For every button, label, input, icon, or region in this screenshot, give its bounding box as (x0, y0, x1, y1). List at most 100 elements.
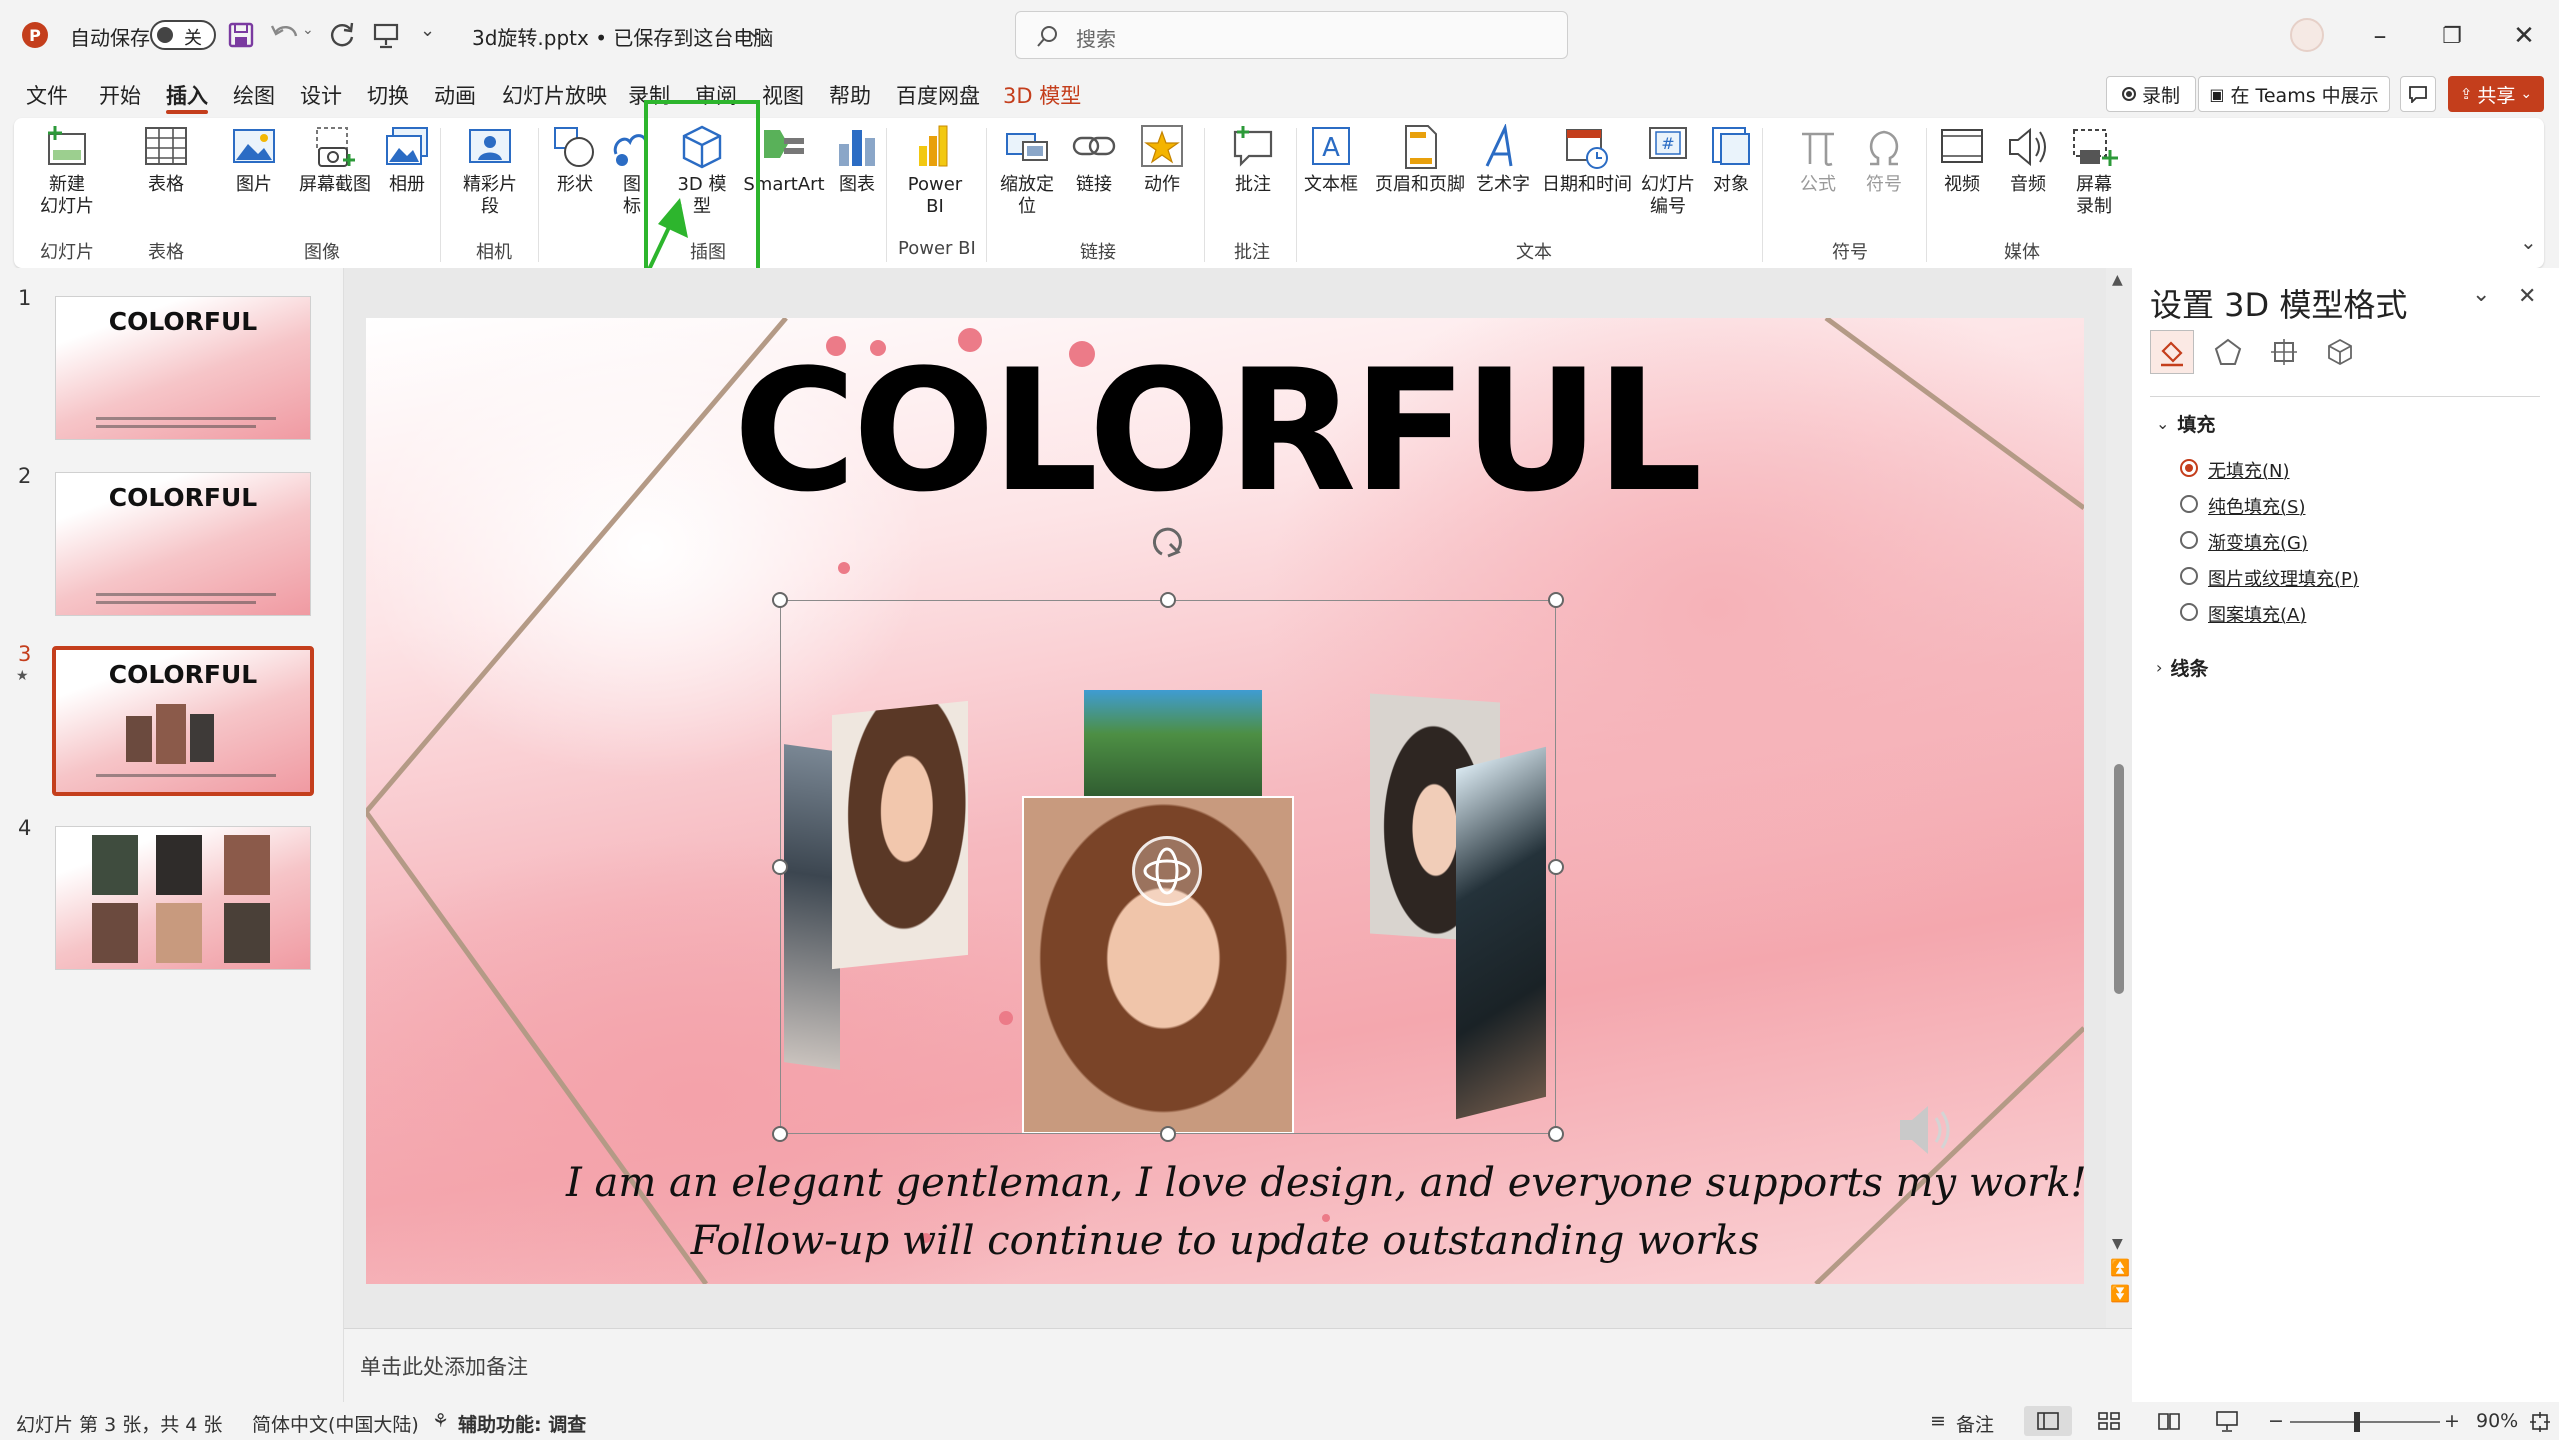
textbox-button[interactable]: A 文本框 (1298, 124, 1364, 196)
zoom-slider-thumb[interactable] (2354, 1412, 2360, 1432)
tab-draw[interactable]: 绘图 (233, 80, 275, 110)
file-name[interactable]: 3d旋转.pptx • 已保存到这台电脑 (472, 22, 773, 51)
ribbon-collapse-icon[interactable]: ⌄ (2520, 230, 2537, 254)
notes-pane[interactable]: 单击此处添加备注 (344, 1328, 2132, 1402)
scroll-down-icon[interactable]: ▼ (2112, 1236, 2123, 1252)
slide-thumbnail-3[interactable]: COLORFUL (52, 646, 314, 796)
chart-button[interactable]: 图表 (830, 124, 884, 196)
zoom-slider[interactable] (2290, 1412, 2440, 1432)
picture-texture-fill-label[interactable]: 图片或纹理填充(P) (2208, 565, 2359, 591)
autosave-toggle[interactable]: 关 (150, 20, 216, 50)
slide-number-button[interactable]: # 幻灯片 编号 (1632, 124, 1704, 218)
scroll-thumb[interactable] (2114, 764, 2124, 994)
new-slide-button[interactable]: 新建 幻灯片 (34, 124, 100, 218)
search-box[interactable]: 搜索 (1015, 11, 1568, 59)
powerbi-button[interactable]: Power BI (904, 124, 966, 218)
record-button[interactable]: 录制 (2106, 76, 2196, 112)
slide-canvas[interactable]: COLORFUL I am an elegant gentleman, I lo… (366, 318, 2084, 1284)
tab-insert[interactable]: 插入 (166, 80, 208, 110)
object-button[interactable]: 对象 (1702, 124, 1760, 196)
share-button[interactable]: ⇪ 共享 ⌄ (2448, 76, 2544, 112)
notes-toggle[interactable]: 备注 (1956, 1410, 1994, 1437)
no-fill-radio[interactable] (2180, 459, 2198, 477)
filename-chevron-icon[interactable]: ⌄ (746, 18, 763, 42)
audio-button[interactable]: 音频 (2000, 124, 2056, 196)
pane-options-chevron-icon[interactable]: ⌄ (2472, 282, 2490, 307)
normal-view-button[interactable] (2024, 1406, 2072, 1436)
editor-scrollbar[interactable]: ▲ ▼ ⏫ ⏬ (2106, 268, 2132, 1328)
tab-file[interactable]: 文件 (26, 80, 68, 110)
zoom-in-icon[interactable]: + (2444, 1410, 2460, 1432)
undo-icon[interactable] (270, 22, 300, 48)
symbol-button[interactable]: 符号 (1856, 124, 1912, 196)
slide-thumbnail-1[interactable]: COLORFUL (55, 296, 311, 440)
solid-fill-radio[interactable] (2180, 495, 2198, 513)
header-footer-button[interactable]: 页眉和页脚 (1372, 124, 1468, 196)
tab-help[interactable]: 帮助 (829, 80, 871, 110)
slide-thumbnail-4[interactable] (55, 826, 311, 970)
tab-view[interactable]: 视图 (762, 80, 804, 110)
zoom-button[interactable]: 缩放定 位 (996, 124, 1058, 218)
date-time-button[interactable]: 日期和时间 (1540, 124, 1634, 196)
audio-speaker-icon[interactable] (1896, 1100, 1960, 1160)
link-button[interactable]: 链接 (1066, 124, 1122, 196)
slide-sorter-icon[interactable] (2098, 1412, 2120, 1430)
scroll-up-icon[interactable]: ▲ (2112, 272, 2123, 288)
3d-rotate-handle[interactable] (1132, 836, 1202, 906)
gradient-fill-label[interactable]: 渐变填充(G) (2208, 529, 2308, 555)
fit-to-window-icon[interactable] (2530, 1412, 2550, 1432)
zoom-out-icon[interactable]: − (2268, 1410, 2284, 1432)
video-button[interactable]: 视频 (1934, 124, 1990, 196)
table-button[interactable]: 表格 (136, 124, 196, 196)
previous-slide-icon[interactable]: ⏫ (2110, 1258, 2130, 1277)
picture-texture-fill-radio[interactable] (2180, 567, 2198, 585)
solid-fill-label[interactable]: 纯色填充(S) (2208, 493, 2305, 519)
language-indicator[interactable]: 简体中文(中国大陆) (252, 1410, 419, 1437)
next-slide-icon[interactable]: ⏬ (2110, 1284, 2130, 1303)
tab-3d-model[interactable]: 3D 模型 (1003, 80, 1081, 110)
selection-handles[interactable] (766, 514, 1570, 1150)
3d-model-tab[interactable] (2318, 330, 2362, 374)
no-fill-label[interactable]: 无填充(N) (2208, 457, 2290, 483)
reading-view-icon[interactable] (2158, 1412, 2180, 1430)
accessibility-status[interactable]: 辅助功能: 调查 (458, 1410, 586, 1437)
zoom-level[interactable]: 90% (2476, 1410, 2518, 1432)
fill-section-header[interactable]: ⌄ 填充 (2156, 410, 2215, 437)
size-properties-tab[interactable] (2262, 330, 2306, 374)
present-from-start-icon[interactable] (372, 21, 400, 49)
tab-home[interactable]: 开始 (99, 80, 141, 110)
tab-baidu-netdisk[interactable]: 百度网盘 (896, 80, 980, 110)
screenshot-button[interactable]: 屏幕截图 (290, 124, 380, 196)
line-section-header[interactable]: › 线条 (2156, 654, 2208, 681)
user-avatar[interactable] (2290, 18, 2324, 52)
customize-toolbar-icon[interactable]: ⌄ (420, 20, 435, 41)
action-button[interactable]: 动作 (1134, 124, 1190, 196)
pane-close-icon[interactable]: ✕ (2518, 284, 2536, 309)
fill-line-tab[interactable] (2150, 330, 2194, 374)
restore-button[interactable]: ❐ (2430, 14, 2474, 58)
slide-text-line-1[interactable]: I am an elegant gentleman, I love design… (566, 1160, 2084, 1206)
tab-animations[interactable]: 动画 (434, 80, 476, 110)
pattern-fill-radio[interactable] (2180, 603, 2198, 621)
comment-button[interactable]: 批注 (1222, 124, 1284, 196)
close-window-button[interactable]: ✕ (2502, 14, 2546, 58)
tab-slideshow[interactable]: 幻灯片放映 (502, 80, 607, 110)
comments-button[interactable] (2400, 76, 2436, 112)
screen-recording-button[interactable]: 屏幕 录制 (2066, 124, 2122, 218)
cameo-button[interactable]: 精彩片 段 (448, 124, 532, 218)
equation-button[interactable]: 公式 (1790, 124, 1846, 196)
tab-transitions[interactable]: 切换 (367, 80, 409, 110)
slideshow-view-icon[interactable] (2216, 1410, 2238, 1432)
album-button[interactable]: 相册 (372, 124, 442, 196)
effects-tab[interactable] (2206, 330, 2250, 374)
gradient-fill-radio[interactable] (2180, 531, 2198, 549)
slide-text-line-2[interactable]: Follow-up will continue to update outsta… (566, 1218, 1884, 1264)
redo-icon[interactable] (328, 21, 356, 49)
undo-dropdown-icon[interactable]: ⌄ (302, 22, 314, 38)
save-icon[interactable] (228, 22, 254, 48)
present-in-teams-button[interactable]: ▣ 在 Teams 中展示 (2198, 76, 2390, 112)
tab-design[interactable]: 设计 (300, 80, 342, 110)
wordart-button[interactable]: 艺术字 (1470, 124, 1536, 196)
minimize-button[interactable]: – (2358, 14, 2402, 58)
slide-title[interactable]: COLORFUL (716, 336, 1716, 526)
